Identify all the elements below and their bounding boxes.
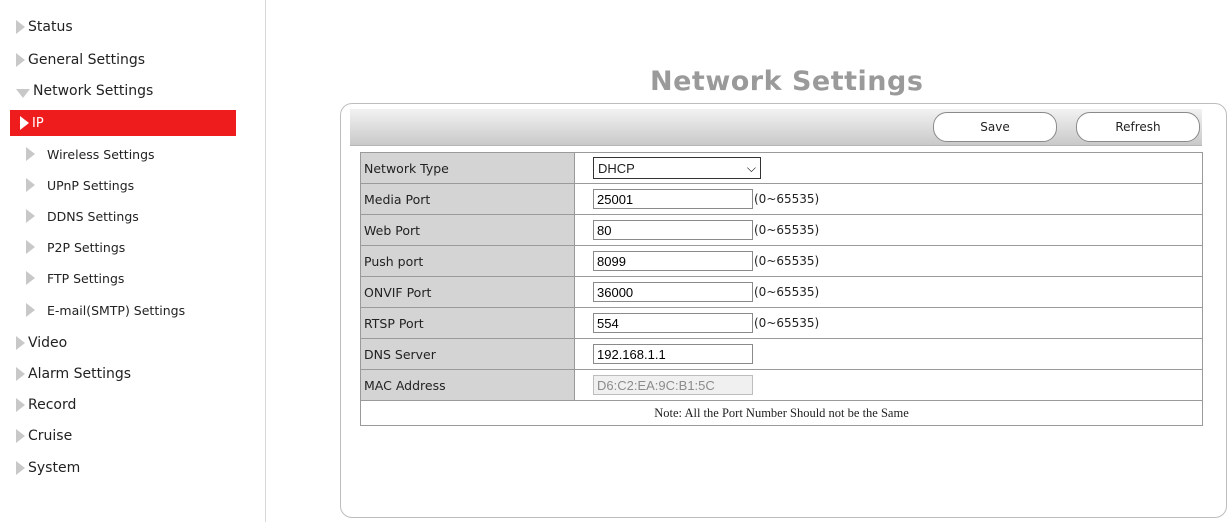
sidebar-subitem-ftp-settings[interactable]: FTP Settings [24, 267, 236, 289]
sidebar-item-label: Record [28, 397, 77, 413]
sidebar-subitem-label: P2P Settings [47, 239, 126, 255]
sidebar-subitem-label: Wireless Settings [47, 146, 155, 162]
web-port-input[interactable] [593, 220, 753, 240]
expand-arrow-icon [16, 53, 25, 67]
network-type-label: Network Type [360, 152, 575, 184]
sidebar-subitem-label: FTP Settings [47, 270, 125, 286]
expand-arrow-icon [16, 20, 25, 34]
sidebar-subitem-ip[interactable]: IP [10, 110, 236, 136]
expand-arrow-icon [16, 398, 25, 412]
table-row: MAC Address [360, 369, 1203, 401]
network-type-value: DHCP [598, 160, 635, 176]
onvif-port-input[interactable] [593, 282, 753, 302]
sidebar-item-alarm-settings[interactable]: Alarm Settings [16, 363, 131, 385]
collapse-arrow-icon [16, 88, 30, 98]
sidebar-item-system[interactable]: System [16, 457, 80, 479]
sidebar-item-label: General Settings [28, 52, 146, 68]
table-row: Media Port (0~65535) [360, 183, 1203, 215]
port-range-hint: (0~65535) [754, 285, 820, 299]
push-port-input[interactable] [593, 251, 753, 271]
table-row: ONVIF Port (0~65535) [360, 276, 1203, 308]
dns-server-input[interactable] [593, 344, 753, 364]
save-button[interactable]: Save [933, 112, 1057, 142]
chevron-down-icon: ⌵ [746, 160, 756, 175]
sidebar-subitem-label: E-mail(SMTP) Settings [47, 302, 186, 318]
arrow-right-icon [26, 178, 35, 192]
sidebar-subitem-email-smtp-settings[interactable]: E-mail(SMTP) Settings [24, 299, 236, 321]
sidebar-item-label: Status [28, 19, 73, 35]
expand-arrow-icon [16, 336, 25, 350]
sidebar-item-record[interactable]: Record [16, 394, 76, 416]
port-range-hint: (0~65535) [754, 192, 820, 206]
expand-arrow-icon [16, 367, 25, 381]
table-row: Network Type DHCP ⌵ [360, 152, 1203, 184]
port-range-hint: (0~65535) [754, 254, 820, 268]
network-type-select[interactable]: DHCP ⌵ [593, 157, 761, 179]
sidebar-item-label: Alarm Settings [28, 366, 132, 382]
media-port-input[interactable] [593, 189, 753, 209]
table-row: DNS Server [360, 338, 1203, 370]
sidebar-item-video[interactable]: Video [16, 332, 67, 354]
rtsp-port-label: RTSP Port [360, 307, 575, 339]
arrow-right-icon [20, 116, 29, 130]
onvif-port-label: ONVIF Port [360, 276, 575, 308]
sidebar-item-label: Network Settings [33, 83, 154, 99]
arrow-right-icon [26, 303, 35, 317]
page-title: Network Settings [650, 66, 924, 97]
sidebar-subitem-label: IP [32, 115, 44, 131]
sidebar-item-label: Cruise [28, 428, 73, 444]
arrow-right-icon [26, 209, 35, 223]
rtsp-port-input[interactable] [593, 313, 753, 333]
arrow-right-icon [26, 147, 35, 161]
sidebar-item-general-settings[interactable]: General Settings [16, 49, 145, 71]
sidebar-item-status[interactable]: Status [16, 16, 73, 38]
push-port-label: Push port [360, 245, 575, 277]
refresh-button[interactable]: Refresh [1076, 112, 1200, 142]
port-range-hint: (0~65535) [754, 316, 820, 330]
sidebar-subitem-label: UPnP Settings [47, 177, 135, 193]
sidebar-subitem-ddns-settings[interactable]: DDNS Settings [24, 205, 236, 227]
media-port-label: Media Port [360, 183, 575, 215]
arrow-right-icon [26, 240, 35, 254]
web-port-label: Web Port [360, 214, 575, 246]
sidebar-item-cruise[interactable]: Cruise [16, 425, 72, 447]
mac-address-label: MAC Address [360, 369, 575, 401]
mac-address-input [593, 375, 753, 395]
toolbar [350, 109, 1202, 146]
table-row: RTSP Port (0~65535) [360, 307, 1203, 339]
sidebar-item-label: System [28, 460, 81, 476]
network-settings-form: Network Type DHCP ⌵ Media Port (0~65535)… [360, 152, 1203, 426]
arrow-right-icon [26, 271, 35, 285]
sidebar: Status General Settings Network Settings… [0, 0, 266, 522]
table-row: Web Port (0~65535) [360, 214, 1203, 246]
dns-server-label: DNS Server [360, 338, 575, 370]
sidebar-item-label: Video [28, 335, 68, 351]
table-row: Push port (0~65535) [360, 245, 1203, 277]
sidebar-subitem-p2p-settings[interactable]: P2P Settings [24, 236, 236, 258]
sidebar-subitem-upnp-settings[interactable]: UPnP Settings [24, 174, 236, 196]
table-row: Note: All the Port Number Should not be … [360, 400, 1203, 426]
sidebar-subitem-wireless-settings[interactable]: Wireless Settings [24, 143, 236, 165]
sidebar-item-network-settings[interactable]: Network Settings [16, 80, 153, 102]
expand-arrow-icon [16, 461, 25, 475]
port-note: Note: All the Port Number Should not be … [360, 400, 1203, 426]
expand-arrow-icon [16, 429, 25, 443]
sidebar-subitem-label: DDNS Settings [47, 208, 139, 224]
port-range-hint: (0~65535) [754, 223, 820, 237]
